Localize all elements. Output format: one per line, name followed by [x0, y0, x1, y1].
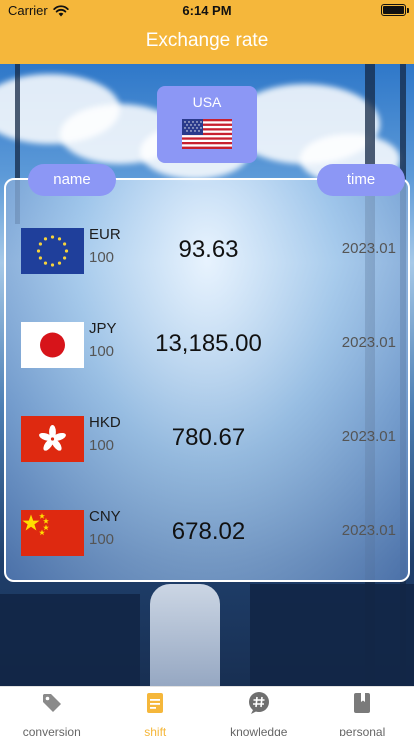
tab-label: personal: [339, 725, 386, 736]
eu-flag-icon: [21, 228, 84, 274]
japan-flag-icon: [21, 322, 84, 368]
tag-icon: [42, 694, 61, 712]
page-title: Exchange rate: [145, 30, 269, 51]
currency-base-amount: 100: [89, 437, 115, 454]
tab-personal[interactable]: personal: [311, 691, 414, 736]
status-bar: Carrier 6:14 PM: [0, 0, 414, 22]
base-currency-card[interactable]: USA: [157, 86, 257, 163]
china-flag-icon: [21, 510, 84, 556]
rate-value: 93.63: [178, 236, 239, 263]
document-icon: [147, 693, 164, 713]
bookmark-book-icon: [354, 693, 371, 713]
hashtag-icon: [248, 692, 269, 714]
base-currency-label: USA: [192, 94, 222, 110]
rate-row-jpy[interactable]: JPY 100 13,185.00 2023.01: [6, 316, 408, 376]
currency-base-amount: 100: [89, 531, 115, 548]
hong-kong-flag-icon: [21, 416, 84, 462]
tab-shift[interactable]: shift: [104, 691, 208, 736]
tab-knowledge[interactable]: knowledge: [207, 691, 311, 736]
rate-row-hkd[interactable]: HKD 100 780.67 2023.01: [6, 410, 408, 470]
currency-code: JPY: [89, 320, 117, 337]
rate-row-cny[interactable]: CNY 100 678.02 2023.01: [6, 504, 408, 564]
tab-bar: conversion shift knowledge personal: [0, 686, 414, 736]
currency-code: EUR: [89, 226, 121, 243]
currency-base-amount: 100: [89, 249, 115, 266]
currency-code: CNY: [89, 508, 121, 525]
status-time: 6:14 PM: [182, 3, 232, 18]
rate-value: 780.67: [171, 424, 246, 451]
usa-flag-icon: [182, 119, 232, 149]
tab-label: conversion: [22, 725, 81, 736]
column-header-time[interactable]: time: [317, 164, 405, 196]
rate-row-eur[interactable]: EUR 100 93.63 2023.01: [6, 222, 408, 282]
rate-date: 2023.01: [341, 334, 396, 351]
rate-value: 678.02: [171, 518, 246, 545]
rate-date: 2023.01: [341, 522, 396, 539]
rate-date: 2023.01: [341, 428, 396, 445]
tab-conversion[interactable]: conversion: [0, 691, 104, 736]
exchange-rate-panel: EUR 100 93.63 2023.01 JPY 100 13,185.00 …: [4, 178, 410, 582]
column-header-name[interactable]: name: [28, 164, 116, 196]
navigation-header: Carrier 6:14 PM Exchange rate: [0, 0, 414, 64]
rate-date: 2023.01: [341, 240, 396, 257]
battery-icon: [381, 4, 409, 16]
rate-value: 13,185.00: [155, 330, 262, 357]
tab-label: knowledge: [230, 725, 288, 736]
currency-code: HKD: [89, 414, 121, 431]
currency-base-amount: 100: [89, 343, 115, 360]
tab-label: shift: [144, 725, 167, 736]
